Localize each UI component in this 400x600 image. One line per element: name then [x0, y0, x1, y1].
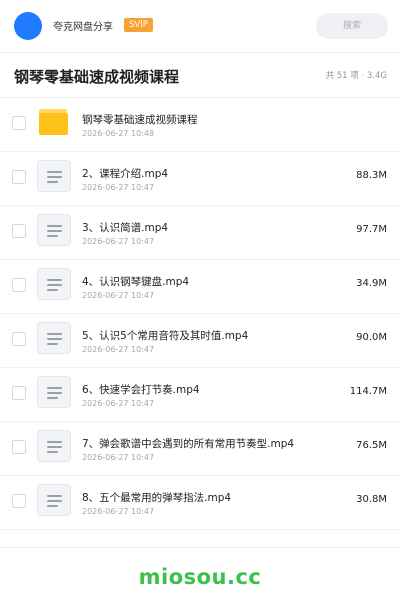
- video-file-icon: [37, 376, 71, 408]
- file-name: 2、课程介绍.mp4: [82, 168, 169, 180]
- file-row[interactable]: 2、课程介绍.mp4 2026-06-27 10:47 88.3M: [0, 152, 400, 206]
- file-name: 8、五个最常用的弹琴指法.mp4: [82, 492, 232, 504]
- file-date: 2026-06-27 10:47: [82, 183, 155, 192]
- file-name: 7、弹会歌谱中会遇到的所有常用节奏型.mp4: [82, 438, 295, 450]
- video-file-icon: [37, 268, 71, 300]
- video-file-icon: [37, 160, 71, 192]
- folder-title-row: 钢琴零基础速成视频课程 共 51 项 · 3.4G: [0, 53, 400, 97]
- file-name: 6、快速学会打节奏.mp4: [82, 384, 200, 396]
- file-size: 88.3M: [356, 170, 387, 181]
- search-input[interactable]: 搜索: [316, 13, 388, 39]
- file-row[interactable]: 7、弹会歌谱中会遇到的所有常用节奏型.mp4 2026-06-27 10:47 …: [0, 422, 400, 476]
- file-date: 2026-06-27 10:48: [82, 129, 155, 138]
- select-checkbox[interactable]: [12, 440, 26, 454]
- video-file-icon: [37, 214, 71, 246]
- file-date: 2026-06-27 10:47: [82, 399, 155, 408]
- file-date: 2026-06-27 10:47: [82, 291, 155, 300]
- select-checkbox[interactable]: [12, 494, 26, 508]
- video-file-icon: [37, 430, 71, 462]
- file-row[interactable]: 钢琴零基础速成视频课程 2026-06-27 10:48: [0, 98, 400, 152]
- folder-meta: 共 51 项 · 3.4G: [325, 71, 387, 81]
- select-checkbox[interactable]: [12, 386, 26, 400]
- file-row[interactable]: 4、认识钢琴键盘.mp4 2026-06-27 10:47 34.9M: [0, 260, 400, 314]
- file-row[interactable]: 5、认识5个常用音符及其时值.mp4 2026-06-27 10:47 90.0…: [0, 314, 400, 368]
- file-size: 90.0M: [356, 332, 387, 343]
- avatar[interactable]: [14, 12, 42, 40]
- file-name: 钢琴零基础速成视频课程: [82, 114, 198, 126]
- file-name: 5、认识5个常用音符及其时值.mp4: [82, 330, 249, 342]
- select-checkbox[interactable]: [12, 278, 26, 292]
- file-name: 4、认识钢琴键盘.mp4: [82, 276, 190, 288]
- file-size: 34.9M: [356, 278, 387, 289]
- file-size: 114.7M: [349, 386, 387, 397]
- select-checkbox[interactable]: [12, 170, 26, 184]
- file-size: 30.8M: [356, 494, 387, 505]
- file-size: 97.7M: [356, 224, 387, 235]
- file-row[interactable]: 6、快速学会打节奏.mp4 2026-06-27 10:47 114.7M: [0, 368, 400, 422]
- video-file-icon: [37, 322, 71, 354]
- list-end-divider: [0, 547, 400, 548]
- select-checkbox[interactable]: [12, 332, 26, 346]
- folder-icon: [39, 109, 69, 135]
- watermark: miosou.cc: [138, 565, 262, 589]
- video-file-icon: [37, 484, 71, 516]
- page-title: 钢琴零基础速成视频课程: [14, 68, 180, 86]
- app-name: 夸克网盘分享: [53, 22, 113, 33]
- share-header: 夸克网盘分享 SVIP 搜索: [0, 0, 400, 52]
- select-checkbox[interactable]: [12, 224, 26, 238]
- file-name: 3、认识简谱.mp4: [82, 222, 169, 234]
- svip-badge: SVIP: [124, 18, 153, 32]
- file-row[interactable]: 8、五个最常用的弹琴指法.mp4 2026-06-27 10:47 30.8M: [0, 476, 400, 530]
- file-date: 2026-06-27 10:47: [82, 507, 155, 516]
- file-date: 2026-06-27 10:47: [82, 453, 155, 462]
- select-checkbox[interactable]: [12, 116, 26, 130]
- file-date: 2026-06-27 10:47: [82, 345, 155, 354]
- file-date: 2026-06-27 10:47: [82, 237, 155, 246]
- file-row[interactable]: 3、认识简谱.mp4 2026-06-27 10:47 97.7M: [0, 206, 400, 260]
- file-size: 76.5M: [356, 440, 387, 451]
